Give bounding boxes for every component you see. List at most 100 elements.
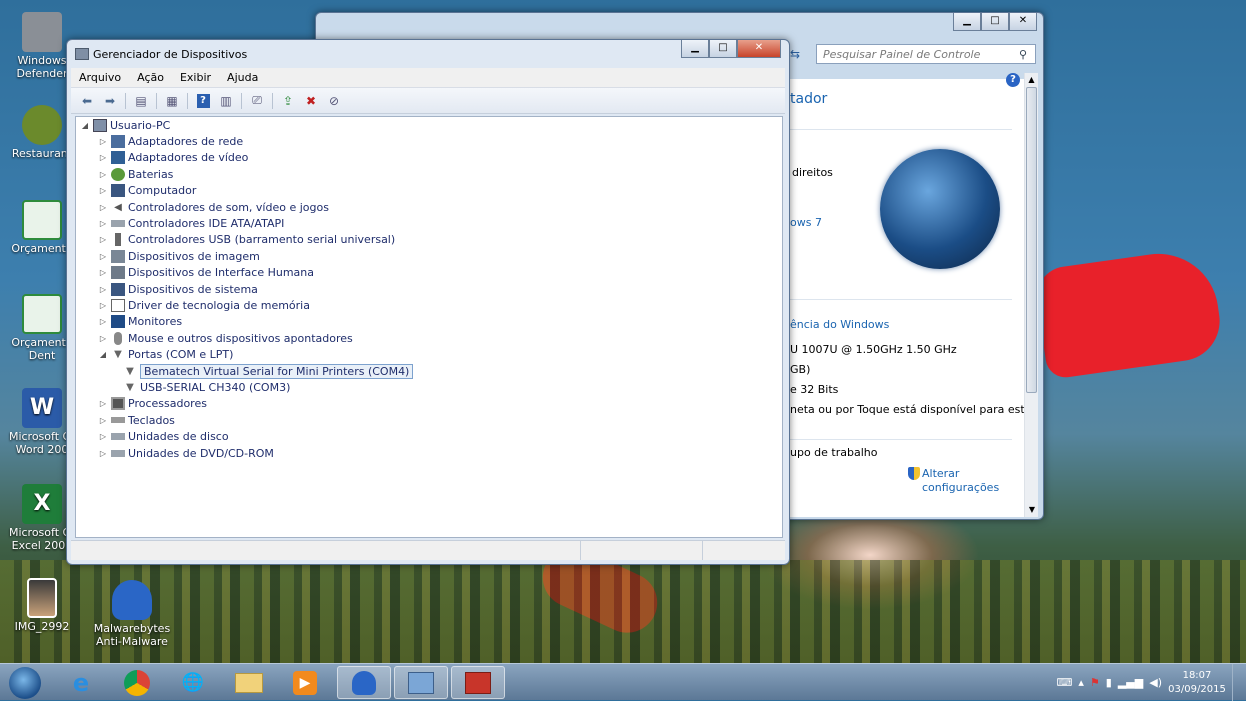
action-center-icon[interactable]: ⚑ xyxy=(1090,676,1100,689)
expand-arrow-icon[interactable]: ▷ xyxy=(98,268,108,277)
tree-node-monitores[interactable]: ▷ Monitores xyxy=(98,314,182,330)
scroll-down-icon[interactable]: ▼ xyxy=(1025,503,1039,517)
help-icon[interactable]: ? xyxy=(1006,73,1020,87)
close-button[interactable]: ✕ xyxy=(737,40,781,58)
tree-node-imagem[interactable]: ▷ Dispositivos de imagem xyxy=(98,248,260,264)
maximize-button[interactable]: □ xyxy=(709,40,737,58)
expand-arrow-icon[interactable]: ▷ xyxy=(98,449,108,458)
view-icon[interactable]: ▥ xyxy=(216,92,236,110)
vertical-scrollbar[interactable]: ▲ ▼ xyxy=(1024,73,1038,517)
taskbar-device-manager[interactable] xyxy=(451,666,505,699)
collapse-arrow-icon[interactable]: ◢ xyxy=(98,350,108,359)
expand-arrow-icon[interactable]: ▷ xyxy=(98,432,108,441)
image-file-icon xyxy=(27,578,57,618)
battery-tray-icon[interactable]: ▮ xyxy=(1106,676,1112,689)
expand-arrow-icon[interactable]: ▷ xyxy=(98,219,108,228)
tree-node-memoria[interactable]: ▷ Driver de tecnologia de memória xyxy=(98,297,310,313)
search-input[interactable]: Pesquisar Painel de Controle xyxy=(823,48,1019,61)
taskbar-network[interactable]: 🌐 xyxy=(166,666,220,699)
maximize-button[interactable]: □ xyxy=(981,13,1009,31)
expand-arrow-icon[interactable]: ▷ xyxy=(98,399,108,408)
menu-arquivo[interactable]: Arquivo xyxy=(71,71,129,84)
device-manager-window[interactable]: Gerenciador de Dispositivos ▁ □ ✕ Arquiv… xyxy=(66,39,790,565)
update-driver-icon[interactable]: ⇪ xyxy=(278,92,298,110)
expand-arrow-icon[interactable]: ▷ xyxy=(98,153,108,162)
uninstall-icon[interactable]: ✖ xyxy=(301,92,321,110)
show-hidden-icons-icon[interactable]: ▴ xyxy=(1078,676,1084,689)
disable-icon[interactable]: ⊘ xyxy=(324,92,344,110)
expand-arrow-icon[interactable]: ▷ xyxy=(98,137,108,146)
desktop-icon-malwarebytes[interactable]: Malwarebytes Anti-Malware xyxy=(90,580,174,648)
minimize-button[interactable]: ▁ xyxy=(681,40,709,58)
menu-ajuda[interactable]: Ajuda xyxy=(219,71,266,84)
show-desktop-button[interactable] xyxy=(1232,664,1242,701)
desktop-icon-label: Orçamento xyxy=(11,242,73,255)
properties-icon[interactable]: ▦ xyxy=(162,92,182,110)
tree-node-teclados[interactable]: ▷ Teclados xyxy=(98,412,175,428)
tree-node-baterias[interactable]: ▷ Baterias xyxy=(98,166,173,182)
taskbar-file-explorer[interactable] xyxy=(222,666,276,699)
toolbar: ⬅ ➡ ▤ ▦ ? ▥ ⎚ ⇪ ✖ ⊘ xyxy=(71,88,785,114)
network-signal-icon[interactable]: ▂▄▆ xyxy=(1118,676,1143,689)
show-hide-tree-icon[interactable]: ▤ xyxy=(131,92,151,110)
search-box[interactable]: Pesquisar Painel de Controle ⚲ xyxy=(816,44,1036,64)
search-icon[interactable]: ⚲ xyxy=(1019,48,1035,61)
tree-node-computador[interactable]: ▷ Computador xyxy=(98,183,196,199)
expand-arrow-icon[interactable]: ▷ xyxy=(98,235,108,244)
expand-arrow-icon[interactable]: ▷ xyxy=(98,416,108,425)
tree-node-adaptadores-rede[interactable]: ▷ Adaptadores de rede xyxy=(98,133,243,149)
expand-arrow-icon[interactable]: ▷ xyxy=(98,252,108,261)
expand-arrow-icon[interactable]: ▷ xyxy=(98,186,108,195)
tree-node-portas[interactable]: ◢ ▼ Portas (COM e LPT) xyxy=(98,347,234,363)
close-button[interactable]: ✕ xyxy=(1009,13,1037,31)
help-icon[interactable]: ? xyxy=(193,92,213,110)
tree-node-bematech-com4[interactable]: ▼ Bematech Virtual Serial for Mini Print… xyxy=(120,363,414,379)
menu-exibir[interactable]: Exibir xyxy=(172,71,219,84)
clock[interactable]: 18:07 03/09/2015 xyxy=(1168,669,1226,697)
desktop-icon-img-2992[interactable]: IMG_2992 xyxy=(0,578,84,633)
start-button[interactable] xyxy=(0,666,50,699)
excel-icon: X xyxy=(22,484,62,524)
refresh-button[interactable]: ⇆ xyxy=(790,47,812,67)
tree-node-processadores[interactable]: ▷ Processadores xyxy=(98,396,207,412)
tree-node-ch340-com3[interactable]: ▼ USB-SERIAL CH340 (COM3) xyxy=(120,379,290,395)
tree-node-sistema[interactable]: ▷ Dispositivos de sistema xyxy=(98,281,258,297)
scroll-up-icon[interactable]: ▲ xyxy=(1025,73,1038,87)
change-settings-link[interactable]: Alterar configurações xyxy=(922,467,1002,495)
expand-arrow-icon[interactable]: ▷ xyxy=(98,301,108,310)
forward-icon[interactable]: ➡ xyxy=(100,92,120,110)
taskbar-chrome[interactable] xyxy=(110,666,164,699)
expand-arrow-icon[interactable]: ▷ xyxy=(98,170,108,179)
tree-node-ide-ata[interactable]: ▷ Controladores IDE ATA/ATAPI xyxy=(98,215,284,231)
volume-icon[interactable]: ◀) xyxy=(1149,676,1162,689)
back-icon[interactable]: ⬅ xyxy=(77,92,97,110)
expand-arrow-icon[interactable]: ▷ xyxy=(98,317,108,326)
taskbar-internet-explorer[interactable]: e xyxy=(54,666,108,699)
tree-node-label: Dispositivos de Interface Humana xyxy=(128,266,314,280)
keyboard-tray-icon[interactable]: ⌨ xyxy=(1056,676,1072,689)
taskbar-control-panel[interactable] xyxy=(394,666,448,699)
collapse-arrow-icon[interactable]: ◢ xyxy=(80,121,90,130)
taskbar-malwarebytes[interactable] xyxy=(337,666,391,699)
tree-node-interface-humana[interactable]: ▷ Dispositivos de Interface Humana xyxy=(98,265,314,281)
tree-node-label: Computador xyxy=(128,184,197,198)
expand-arrow-icon[interactable]: ▷ xyxy=(98,285,108,294)
tree-node-som-video-jogos[interactable]: ▷ ◀ Controladores de som, vídeo e jogos xyxy=(98,199,329,215)
tree-node-adaptadores-video[interactable]: ▷ Adaptadores de vídeo xyxy=(98,150,248,166)
scrollbar-thumb[interactable] xyxy=(1026,87,1037,393)
menu-acao[interactable]: Ação xyxy=(129,71,172,84)
expand-arrow-icon[interactable]: ▷ xyxy=(98,203,108,212)
minimize-button[interactable]: ▁ xyxy=(953,13,981,31)
tree-node-discos[interactable]: ▷ Unidades de disco xyxy=(98,429,229,445)
scan-hardware-icon[interactable]: ⎚ xyxy=(247,92,267,110)
experience-index-link[interactable]: ência do Windows xyxy=(790,318,889,331)
tree-node-dvd[interactable]: ▷ Unidades de DVD/CD-ROM xyxy=(98,445,274,461)
toolbar-separator xyxy=(241,92,242,109)
divider xyxy=(790,299,1012,300)
tree-node-usb[interactable]: ▷ Controladores USB (barramento serial u… xyxy=(98,232,395,248)
tree-node-mouse[interactable]: ▷ Mouse e outros dispositivos apontadore… xyxy=(98,330,353,346)
taskbar-media-player[interactable]: ▶ xyxy=(278,666,332,699)
expand-arrow-icon[interactable]: ▷ xyxy=(98,334,108,343)
tree-root[interactable]: ◢ Usuario-PC xyxy=(80,117,170,133)
device-tree[interactable]: ◢ Usuario-PC ▷ Adaptadores de rede ▷ Ada… xyxy=(75,116,783,538)
